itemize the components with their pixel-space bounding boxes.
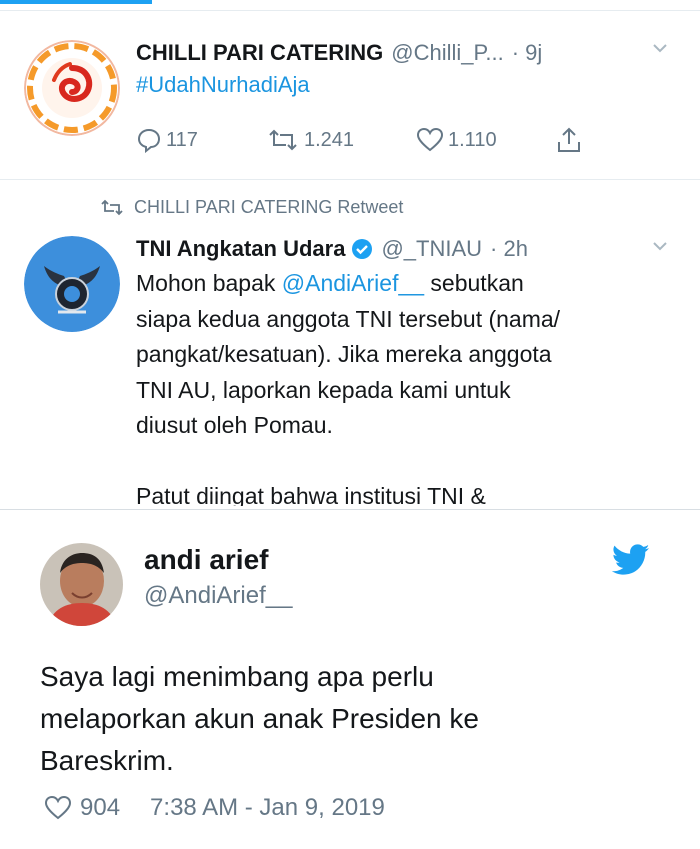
chevron-down-icon[interactable] — [650, 38, 670, 64]
tweet-2-handle[interactable]: @_TNIAU — [381, 236, 482, 262]
tweet-2-text: Mohon bapak @AndiArief__ sebutkan siapa … — [136, 266, 666, 506]
tni-au-avatar[interactable] — [24, 236, 120, 332]
retweet-icon — [101, 199, 123, 215]
tweet-2-line: siapa kedua anggota TNI tersebut (nama/ — [136, 305, 561, 332]
embedded-handle[interactable]: @AndiArief__ — [144, 582, 292, 610]
embedded-line: Saya lagi menimbang apa perlu — [40, 661, 434, 692]
tweet-2-time[interactable]: · 2h — [490, 236, 528, 262]
tweet-2-line: Mohon bapak @AndiArief__ sebutkan — [136, 266, 666, 302]
chevron-down-icon[interactable] — [650, 236, 670, 262]
reply-action[interactable]: 117 — [136, 127, 266, 153]
top-divider — [0, 10, 700, 11]
tweet-2-line: diusut oleh Pomau. — [136, 412, 333, 438]
embedded-line: melaporkan akun anak Presiden ke — [40, 703, 479, 734]
embedded-like-count: 904 — [80, 794, 121, 821]
embed-divider — [0, 509, 700, 510]
like-icon — [416, 127, 444, 152]
like-icon[interactable] — [44, 795, 72, 821]
tweet-2-text-segment: sebutkan — [424, 270, 524, 296]
tweet-1-display-name[interactable]: CHILLI PARI CATERING — [136, 40, 383, 66]
twitter-bird-icon[interactable] — [611, 544, 650, 581]
like-count: 1.110 — [448, 128, 497, 151]
retweet-icon — [269, 129, 297, 151]
share-icon — [558, 127, 580, 152]
tweet-2-text-segment: Mohon bapak — [136, 270, 282, 296]
tweet-1-header: CHILLI PARI CATERING @Chilli_P... · 9j — [136, 36, 676, 70]
embedded-footer: 904 7:38 AM - Jan 9, 2019 — [44, 794, 385, 822]
tweet-divider — [0, 179, 700, 180]
active-tab-indicator — [0, 0, 152, 4]
reply-count: 117 — [166, 128, 198, 151]
embedded-tweet-text: Saya lagi menimbang apa perlu melaporkan… — [40, 656, 670, 782]
embedded-display-name[interactable]: andi arief — [144, 544, 268, 576]
share-action[interactable] — [556, 126, 586, 154]
tweet-2-line: pangkat/kesatuan). Jika mereka anggota — [136, 341, 552, 367]
embedded-line: Bareskrim. — [40, 745, 174, 776]
embedded-timestamp[interactable]: 7:38 AM - Jan 9, 2019 — [150, 794, 385, 822]
verified-badge-icon — [351, 238, 373, 260]
retweet-context: CHILLI PARI CATERING Retweet — [100, 197, 403, 218]
retweet-context-label[interactable]: CHILLI PARI CATERING Retweet — [134, 197, 403, 218]
reply-icon — [137, 128, 161, 153]
retweet-action[interactable]: 1.241 — [266, 127, 416, 153]
andi-arief-avatar[interactable] — [40, 543, 123, 626]
tweet-1-actions: 117 1.241 1.110 — [136, 126, 586, 154]
tweet-1-handle[interactable]: @Chilli_P... — [391, 40, 503, 66]
mention-link[interactable]: @AndiArief__ — [282, 270, 424, 296]
tweet-2-line: TNI AU, laporkan kepada kami untuk — [136, 376, 511, 403]
chilli-pari-avatar[interactable] — [24, 40, 120, 136]
tweet-2-line: Patut diingat bahwa institusi TNI & — [136, 483, 486, 506]
tweet-1-time[interactable]: · 9j — [512, 40, 543, 66]
tweet-1-hashtag[interactable]: #UdahNurhadiAja — [136, 72, 310, 98]
tweet-2-display-name[interactable]: TNI Angkatan Udara — [136, 236, 345, 262]
retweet-count: 1.241 — [304, 128, 355, 151]
tweet-2-header: TNI Angkatan Udara @_TNIAU · 2h — [136, 232, 528, 266]
like-action[interactable]: 1.110 — [416, 127, 556, 153]
